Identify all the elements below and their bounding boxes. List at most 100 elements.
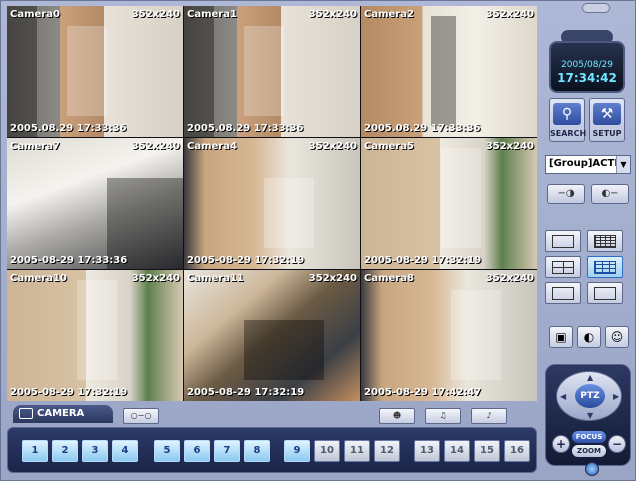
clock-display: 2005/08/29 17:34:42 <box>549 41 625 93</box>
ptz-direction-pad[interactable]: ▲ ▼ ◀ ▶ PTZ <box>556 371 622 421</box>
fullscreen-button[interactable] <box>587 282 623 304</box>
channel-button-9[interactable]: 9 <box>284 440 310 462</box>
sequence-button[interactable]: ○−○ <box>123 408 159 424</box>
audio-out-button[interactable]: ♪ <box>471 408 507 424</box>
people-icon: ☺ <box>610 330 624 344</box>
camera-view-5[interactable]: Camera5 352x240 2005-08-29 17:32:19 <box>361 138 537 269</box>
arrow-right-icon[interactable]: ▶ <box>613 392 619 401</box>
channel-button-15[interactable]: 15 <box>474 440 500 462</box>
layout-4-button[interactable] <box>545 256 581 278</box>
zoom-label[interactable]: ZOOM <box>572 445 606 457</box>
search-icon: ⚲ <box>553 103 581 125</box>
camera-grid: Camera0 352x240 2005.08.29 17:33:36 Came… <box>7 6 537 401</box>
layout-16-button[interactable] <box>587 230 623 252</box>
fullscreen-icon <box>594 287 616 300</box>
search-button[interactable]: ⚲ SEARCH <box>549 98 587 142</box>
capture-button[interactable]: ▣ <box>549 326 573 348</box>
channel-button-13[interactable]: 13 <box>414 440 440 462</box>
arrow-left-icon[interactable]: ◀ <box>560 392 566 401</box>
channel-button-6[interactable]: 6 <box>184 440 210 462</box>
control-panel: 2005/08/29 17:34:42 ⚲ SEARCH ⚒ SETUP [Gr… <box>541 6 633 476</box>
brightness-button[interactable]: ◐ <box>577 326 601 348</box>
camera-view-3[interactable]: Camera7 352x240 2005-08-29 17:33:36 <box>7 138 183 269</box>
camera-resolution: 352x240 <box>308 273 357 284</box>
camera-name: Camera0 <box>10 9 60 20</box>
channel-button-11[interactable]: 11 <box>344 440 370 462</box>
camera-name: Camera5 <box>364 141 414 152</box>
ptz-control: ▲ ▼ ◀ ▶ PTZ + − FOCUS ZOOM <box>545 364 631 466</box>
camera-timestamp: 2005.08.29 17:33:36 <box>364 123 481 134</box>
rewind-icon: −◑ <box>557 188 575 199</box>
link-icon: ○−○ <box>130 411 152 420</box>
layout-9-button[interactable] <box>587 256 623 278</box>
grid-9-icon <box>594 261 616 274</box>
camera-timestamp: 2005-08-29 17:32:19 <box>10 387 128 398</box>
grid-16-icon <box>594 235 616 248</box>
camera-resolution: 352x240 <box>131 141 180 152</box>
contrast-icon: ◐ <box>583 330 595 344</box>
channel-button-8[interactable]: 8 <box>244 440 270 462</box>
camera-name: Camera1 <box>187 9 237 20</box>
camera-resolution: 352x240 <box>131 9 180 20</box>
prev-group-button[interactable]: −◑ <box>547 184 585 204</box>
search-button-label: SEARCH <box>550 129 587 138</box>
record-button[interactable]: ☻ <box>379 408 415 424</box>
channel-button-1[interactable]: 1 <box>22 440 48 462</box>
speaker-icon: ♫ <box>439 411 447 420</box>
channel-strip: 1 2 3 4 5 6 7 8 9 10 11 12 13 14 15 16 <box>7 427 537 473</box>
channel-button-4[interactable]: 4 <box>112 440 138 462</box>
audio-in-button[interactable]: ♫ <box>425 408 461 424</box>
arrow-up-icon[interactable]: ▲ <box>587 373 593 382</box>
camera-view-6[interactable]: Camera10 352x240 2005-08-29 17:32:19 <box>7 270 183 401</box>
channel-button-5[interactable]: 5 <box>154 440 180 462</box>
channel-button-10[interactable]: 10 <box>314 440 340 462</box>
layout-pip-button[interactable] <box>545 282 581 304</box>
camera-view-4[interactable]: Camera4 352x240 2005-08-29 17:32:19 <box>184 138 360 269</box>
camera-resolution: 352x240 <box>308 9 357 20</box>
layout-selector <box>545 224 629 310</box>
setup-button[interactable]: ⚒ SETUP <box>589 98 625 142</box>
camera-name: Camera7 <box>10 141 60 152</box>
clock-time: 17:34:42 <box>557 71 617 85</box>
layout-1-button[interactable] <box>545 230 581 252</box>
camera-view-8[interactable]: Camera8 352x240 2005-08-29 17:42:47 <box>361 270 537 401</box>
camera-view-0[interactable]: Camera0 352x240 2005.08.29 17:33:36 <box>7 6 183 137</box>
grid-4-icon <box>552 261 574 274</box>
chevron-down-icon: ▼ <box>616 156 630 173</box>
dvr-window: Camera0 352x240 2005.08.29 17:33:36 Came… <box>0 0 636 481</box>
channel-button-16[interactable]: 16 <box>504 440 530 462</box>
channel-button-7[interactable]: 7 <box>214 440 240 462</box>
ptz-center-button[interactable]: PTZ <box>575 384 605 408</box>
channel-button-14[interactable]: 14 <box>444 440 470 462</box>
group-select[interactable]: [Group]ACTIV ▼ <box>545 155 631 174</box>
channel-button-3[interactable]: 3 <box>82 440 108 462</box>
single-view-icon <box>552 235 574 248</box>
camera-timestamp: 2005-08-29 17:32:19 <box>187 387 305 398</box>
arrow-down-icon[interactable]: ▼ <box>587 411 593 420</box>
focus-label[interactable]: FOCUS <box>572 431 606 443</box>
camera-timestamp: 2005-08-29 17:33:36 <box>10 255 128 266</box>
pip-icon <box>552 287 574 300</box>
camera-name: Camera10 <box>10 273 67 284</box>
camera-view-1[interactable]: Camera1 352x240 2005.08.29 17:33:36 <box>184 6 360 137</box>
camera-resolution: 352x240 <box>485 273 534 284</box>
camera-timestamp: 2005.08.29 17:33:36 <box>10 123 127 134</box>
person-icon: ☻ <box>392 411 402 420</box>
clock-date: 2005/08/29 <box>561 60 613 70</box>
next-group-button[interactable]: ◐− <box>591 184 629 204</box>
people-button[interactable]: ☺ <box>605 326 629 348</box>
plus-icon: + <box>555 437 567 451</box>
camera-icon: ▣ <box>555 330 567 344</box>
monitor-icon <box>19 408 33 419</box>
camera-view-7[interactable]: Camera11 352x240 2005-08-29 17:32:19 <box>184 270 360 401</box>
zoom-in-button[interactable]: + <box>552 435 570 453</box>
power-indicator[interactable] <box>585 462 599 476</box>
camera-resolution: 352x240 <box>485 141 534 152</box>
channel-button-2[interactable]: 2 <box>52 440 78 462</box>
zoom-out-button[interactable]: − <box>608 435 626 453</box>
channel-button-12[interactable]: 12 <box>374 440 400 462</box>
camera-view-2[interactable]: Camera2 352x240 2005.08.29 17:33:36 <box>361 6 537 137</box>
minus-icon: − <box>611 437 623 451</box>
camera-tab[interactable]: CAMERA <box>13 405 113 423</box>
camera-name: Camera4 <box>187 141 237 152</box>
